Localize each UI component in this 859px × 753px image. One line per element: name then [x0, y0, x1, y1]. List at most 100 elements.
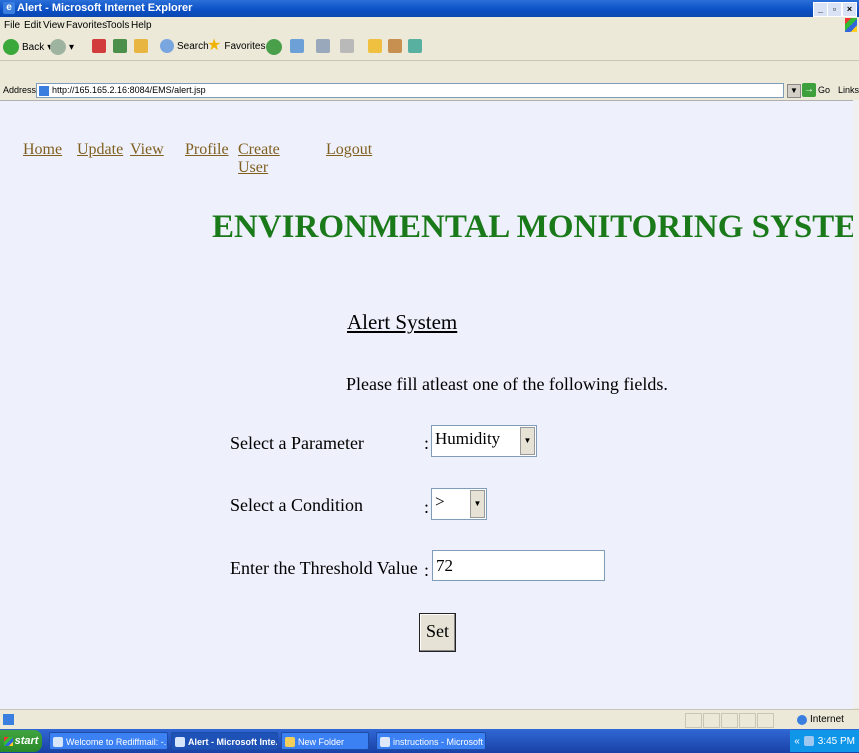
print-icon[interactable]: [340, 39, 354, 53]
threshold-colon: :: [424, 560, 430, 580]
set-button[interactable]: Set: [419, 613, 456, 652]
page-heading: ENVIRONMENTAL MONITORING SYSTEM: [212, 209, 859, 245]
forward-button[interactable]: ▾: [50, 39, 74, 55]
task-label: Welcome to Rediffmail: -...: [66, 737, 168, 747]
refresh-icon[interactable]: [113, 39, 127, 53]
network-icon[interactable]: [803, 736, 814, 746]
minimize-button[interactable]: _: [813, 2, 828, 17]
forward-dropdown-icon[interactable]: ▾: [69, 42, 74, 53]
address-label: Address: [3, 85, 37, 95]
vertical-scrollbar[interactable]: [853, 100, 859, 708]
favorites-star-icon: ★: [207, 37, 222, 54]
nav-update-link[interactable]: Update: [77, 141, 123, 159]
back-label: Back: [22, 41, 45, 53]
zone-label: Internet: [810, 714, 844, 725]
windows-flag-icon: [845, 18, 857, 32]
back-arrow-icon: [3, 39, 19, 55]
clock[interactable]: 3:45 PM: [818, 736, 855, 747]
task-label: instructions - Microsoft ...: [393, 737, 486, 747]
search-label: Search: [177, 40, 209, 52]
nav-logout-link[interactable]: Logout: [326, 141, 372, 159]
parameter-select[interactable]: Humidity ▼: [431, 425, 537, 457]
word-document-icon: [380, 737, 390, 747]
status-panel: [757, 713, 774, 728]
nav-create-user-line2: User: [238, 159, 269, 176]
favorites-button[interactable]: ★ Favorites: [207, 37, 266, 54]
menu-tools[interactable]: Tools: [106, 20, 129, 31]
history-icon[interactable]: [290, 39, 304, 53]
go-label: Go: [818, 85, 831, 95]
toolbar: Back ▾ ▾ Search ★ Favorites: [0, 34, 859, 61]
nav-home-link[interactable]: Home: [23, 141, 62, 159]
forward-arrow-icon: [50, 39, 66, 55]
condition-label: Select a Condition: [230, 495, 363, 515]
address-bar: Address http://165.165.2.16:8084/EMS/ale…: [0, 82, 859, 99]
address-input[interactable]: http://165.165.2.16:8084/EMS/alert.jsp: [36, 83, 784, 98]
search-icon: [160, 39, 174, 53]
links-button[interactable]: Links: [838, 85, 859, 95]
page-icon: [39, 85, 49, 96]
home-icon[interactable]: [134, 39, 148, 53]
nav-create-user-link[interactable]: Create User: [238, 141, 280, 177]
task-label: New Folder: [298, 737, 345, 747]
page-status-icon: [3, 714, 14, 725]
go-button[interactable]: → Go: [802, 83, 830, 97]
menu-file[interactable]: File: [4, 20, 20, 31]
taskbar-item-instructions[interactable]: instructions - Microsoft ...: [376, 732, 486, 750]
media-icon[interactable]: [266, 39, 282, 55]
condition-select-value: >: [435, 492, 445, 511]
status-panel: [685, 713, 702, 728]
ie-logo-icon: e: [3, 2, 15, 14]
messenger-icon[interactable]: [408, 39, 422, 53]
system-tray: « 3:45 PM: [790, 730, 859, 752]
chevron-down-icon[interactable]: ▼: [520, 427, 535, 455]
folder-icon: [285, 737, 295, 747]
close-button[interactable]: ×: [842, 2, 857, 17]
menu-help[interactable]: Help: [131, 20, 152, 31]
nav-view-link[interactable]: View: [130, 141, 164, 159]
security-zone: Internet: [797, 714, 844, 725]
favorites-label: Favorites: [224, 40, 266, 52]
start-button[interactable]: start: [0, 730, 42, 752]
maximize-button[interactable]: ▫: [827, 2, 842, 17]
condition-select[interactable]: > ▼: [431, 488, 487, 520]
parameter-colon: :: [424, 433, 430, 453]
status-bar: Internet: [0, 709, 859, 730]
discuss-icon[interactable]: [388, 39, 402, 53]
go-arrow-icon: →: [802, 83, 816, 97]
taskbar: start Welcome to Rediffmail: -... Alert …: [0, 729, 859, 753]
window-title: Alert - Microsoft Internet Explorer: [17, 2, 193, 14]
stop-icon[interactable]: [92, 39, 106, 53]
globe-icon: [797, 714, 807, 725]
nav-create-user-line1: Create: [238, 141, 280, 158]
menu-favorites[interactable]: Favorites: [66, 20, 107, 31]
nav-profile-link[interactable]: Profile: [185, 141, 229, 159]
parameter-select-value: Humidity: [435, 429, 501, 448]
status-panel: [721, 713, 738, 728]
mail-icon[interactable]: [316, 39, 330, 53]
edit-icon[interactable]: [368, 39, 382, 53]
task-label: Alert - Microsoft Inte...: [188, 737, 278, 747]
status-panel: [703, 713, 720, 728]
window-title-bar[interactable]: e Alert - Microsoft Internet Explorer _ …: [0, 0, 859, 17]
menu-view[interactable]: View: [43, 20, 65, 31]
taskbar-item-rediffmail[interactable]: Welcome to Rediffmail: -...: [49, 732, 168, 750]
instructions-text: Please fill atleast one of the following…: [346, 374, 668, 394]
address-dropdown-icon[interactable]: ▼: [787, 84, 801, 98]
taskbar-item-new-folder[interactable]: New Folder: [281, 732, 369, 750]
threshold-label: Enter the Threshold Value: [230, 558, 418, 578]
menu-edit[interactable]: Edit: [24, 20, 41, 31]
address-url: http://165.165.2.16:8084/EMS/alert.jsp: [52, 85, 206, 95]
search-button[interactable]: Search: [160, 39, 209, 53]
page-content: Home Update View Profile Create User Log…: [0, 100, 859, 709]
tray-expand-icon[interactable]: «: [794, 736, 800, 747]
taskbar-item-alert[interactable]: Alert - Microsoft Inte...: [171, 732, 278, 750]
alert-system-title: Alert System: [347, 310, 458, 334]
menu-bar: File Edit View Favorites Tools Help: [0, 17, 859, 34]
back-button[interactable]: Back ▾: [3, 39, 52, 55]
parameter-label: Select a Parameter: [230, 433, 364, 453]
threshold-input[interactable]: [432, 550, 605, 581]
chevron-down-icon[interactable]: ▼: [470, 490, 485, 518]
condition-colon: :: [424, 497, 430, 517]
ie-page-icon: [175, 737, 185, 747]
